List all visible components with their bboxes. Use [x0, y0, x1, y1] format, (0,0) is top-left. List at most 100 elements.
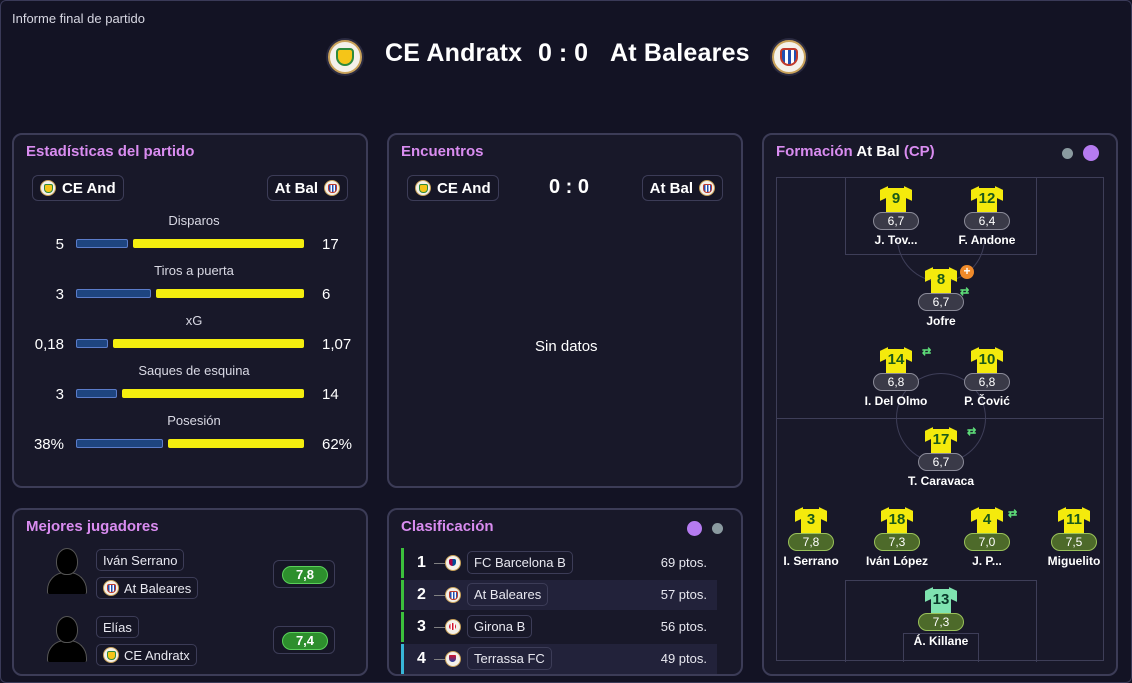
formation-player[interactable]: 10 6,8 P. Čović — [942, 346, 1032, 416]
away-crest-icon — [103, 580, 119, 596]
stat-label: Saques de esquina — [138, 363, 250, 378]
player-avatar-icon — [47, 616, 87, 662]
player-rating: 7,0 — [964, 533, 1010, 551]
stat-home-value: 38% — [33, 436, 64, 453]
shirt-number: 10 — [978, 351, 996, 368]
shirt-icon: 8 — [925, 266, 957, 296]
stat-home-bar — [76, 339, 108, 348]
player-name: Jofre — [926, 314, 956, 328]
formation-tag: (CP) — [903, 143, 935, 160]
player-name: P. Čović — [964, 394, 1010, 408]
best-player-team[interactable]: At Baleares — [96, 577, 199, 599]
stats-title: Estadísticas del partido — [26, 143, 195, 160]
stat-home-value: 3 — [55, 286, 64, 303]
qualification-accent — [401, 644, 404, 674]
stats-home-short: CE And — [62, 179, 116, 197]
stat-home-bar — [76, 239, 128, 248]
player-rating: 6,4 — [964, 212, 1010, 230]
home-crest-icon — [103, 647, 119, 663]
shirt-number: 18 — [888, 511, 906, 528]
stat-home-bar — [76, 439, 163, 448]
standings-team[interactable]: Girona B — [467, 615, 533, 638]
standings-team[interactable]: FC Barcelona B — [467, 551, 573, 574]
plus-badge-icon: + — [960, 265, 974, 279]
encounters-title: Encuentros — [401, 143, 484, 160]
home-crest-icon — [40, 180, 56, 196]
swap-arrows-icon: ⇄ — [922, 346, 932, 358]
page-dot-active-icon[interactable] — [687, 521, 702, 536]
stats-home-chip[interactable]: CE And — [32, 175, 124, 201]
stats-away-chip[interactable]: At Bal — [266, 175, 348, 201]
formation-player[interactable]: 18 7,3 Iván López — [852, 506, 942, 576]
standings-row[interactable]: 3— Girona B 56 ptos. — [401, 612, 717, 642]
player-rating: 7,8 — [788, 533, 834, 551]
player-rating: 6,7 — [918, 293, 964, 311]
stat-away-value: 6 — [322, 286, 331, 303]
standings-row[interactable]: 2— At Baleares 57 ptos. — [401, 580, 717, 610]
encounters-away-short: At Bal — [649, 179, 693, 197]
swap-arrows-icon: ⇄ — [967, 426, 977, 438]
stat-home-bar — [76, 289, 151, 298]
team-crest-icon — [445, 555, 461, 571]
standings-team[interactable]: At Baleares — [467, 583, 549, 606]
page-dot-icon[interactable] — [1062, 148, 1073, 159]
player-rating: 6,8 — [964, 373, 1010, 391]
standings-points: 56 ptos. — [660, 619, 707, 634]
shirt-icon: 18 — [881, 506, 913, 536]
encounters-away-chip[interactable]: At Bal — [641, 175, 723, 201]
shirt-number: 17 — [932, 431, 950, 448]
stat-away-value: 1,07 — [322, 336, 352, 353]
shirt-icon: 9 — [880, 185, 912, 215]
formation-panel: Formación At Bal (CP) 9 6,7 J. Tov... 12 6,4… — [762, 133, 1118, 676]
page-dot-active-icon[interactable] — [1083, 145, 1099, 161]
encounters-home-short: CE And — [437, 179, 491, 197]
shirt-number: 13 — [932, 591, 950, 608]
stat-label: Disparos — [168, 213, 220, 228]
away-team-name[interactable]: At Baleares — [610, 39, 750, 68]
best-player-rating: 7,8 — [273, 560, 335, 588]
stat-home-value: 5 — [55, 236, 64, 253]
stat-home-value: 0,18 — [34, 336, 64, 353]
shirt-icon: 14 — [880, 346, 912, 376]
standings-row[interactable]: 4— Terrassa FC 49 ptos. — [401, 644, 717, 674]
formation-player[interactable]: 9 6,7 J. Tov... — [851, 185, 941, 255]
best-players-panel: Mejores jugadores Iván Serrano At Balear… — [12, 508, 368, 676]
page-dot-icon[interactable] — [712, 523, 723, 534]
away-crest-icon — [772, 40, 806, 74]
formation-player[interactable]: 11 7,5 Miguelito — [1029, 506, 1119, 576]
home-crest-icon — [328, 40, 362, 74]
shirt-number: 11 — [1066, 511, 1082, 528]
best-player-team[interactable]: CE Andratx — [96, 644, 197, 666]
best-player-name[interactable]: Iván Serrano — [96, 549, 185, 571]
standings-position: 1 — [417, 554, 426, 571]
player-rating: 7,3 — [874, 533, 920, 551]
home-team-name[interactable]: CE Andratx — [385, 39, 522, 68]
match-header: CE Andratx 0 : 0 At Baleares — [1, 35, 1132, 79]
shirt-icon: 10 — [971, 346, 1003, 376]
shirt-icon: 17 — [925, 426, 957, 456]
formation-player[interactable]: 8 6,7 Jofre — [896, 266, 986, 336]
standings-row[interactable]: 1— FC Barcelona B 69 ptos. — [401, 548, 717, 578]
standings-panel: Clasificación 1— FC Barcelona B 69 ptos. 2—… — [387, 508, 743, 676]
swap-arrows-icon: ⇄ — [960, 286, 970, 298]
away-crest-icon — [699, 180, 715, 196]
player-rating: 6,7 — [918, 453, 964, 471]
formation-player[interactable]: 13 7,3 Á. Killane — [896, 586, 986, 656]
team-crest-icon — [445, 587, 461, 603]
stat-label: Posesión — [167, 413, 221, 428]
report-window: Informe final de partido CE Andratx 0 : … — [0, 0, 1132, 683]
standings-points: 49 ptos. — [660, 651, 707, 666]
shirt-number: 8 — [936, 271, 946, 288]
shirt-icon: 3 — [795, 506, 827, 536]
formation-player[interactable]: 12 6,4 F. Andone — [942, 185, 1032, 255]
encounters-empty-text: Sin datos — [535, 338, 598, 355]
standings-points: 69 ptos. — [660, 555, 707, 570]
standings-position: 3 — [417, 618, 426, 635]
standings-team[interactable]: Terrassa FC — [467, 647, 552, 670]
player-name: F. Andone — [958, 233, 1016, 247]
best-player-name[interactable]: Elías — [96, 616, 139, 638]
shirt-icon: 13 — [925, 586, 957, 616]
best-player-team-label: CE Andratx — [124, 647, 190, 663]
encounters-home-chip[interactable]: CE And — [407, 175, 499, 201]
shirt-number: 14 — [887, 351, 905, 368]
